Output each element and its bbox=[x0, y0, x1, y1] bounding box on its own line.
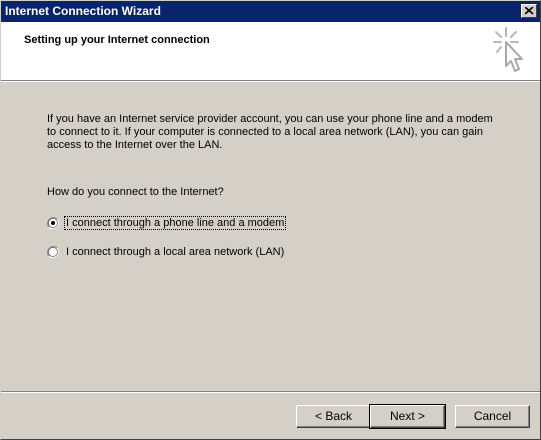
back-button[interactable]: < Back bbox=[296, 405, 371, 428]
wizard-cursor-icon bbox=[493, 27, 523, 72]
close-button[interactable] bbox=[521, 4, 537, 18]
cancel-button[interactable]: Cancel bbox=[455, 405, 530, 428]
option-phone-modem[interactable]: I connect through a phone line and a mod… bbox=[47, 215, 287, 231]
title-bar[interactable]: Internet Connection Wizard bbox=[1, 1, 540, 22]
radio-lan[interactable] bbox=[47, 246, 59, 258]
next-button-label: Next bbox=[389, 409, 415, 423]
radio-phone-modem[interactable] bbox=[47, 217, 59, 229]
option-lan-label: I connect through a local area network (… bbox=[66, 246, 285, 258]
page-title: Setting up your Internet connection bbox=[24, 34, 210, 46]
wizard-window: Internet Connection Wizard Setting up yo… bbox=[0, 0, 541, 440]
footer-divider bbox=[1, 391, 540, 393]
option-phone-modem-label: I connect through a phone line and a mod… bbox=[63, 216, 287, 230]
back-button-label: Back bbox=[325, 409, 353, 423]
window-title: Internet Connection Wizard bbox=[5, 4, 161, 18]
header-divider bbox=[1, 80, 540, 82]
intro-text: If you have an Internet service provider… bbox=[47, 113, 493, 151]
close-icon bbox=[525, 7, 534, 15]
cancel-button-label: Cancel bbox=[473, 409, 512, 423]
connection-question: How do you connect to the Internet? bbox=[47, 186, 224, 198]
option-lan[interactable]: I connect through a local area network (… bbox=[47, 244, 285, 260]
wizard-header: Setting up your Internet connection bbox=[1, 22, 540, 80]
next-button[interactable]: Next > bbox=[369, 404, 446, 429]
